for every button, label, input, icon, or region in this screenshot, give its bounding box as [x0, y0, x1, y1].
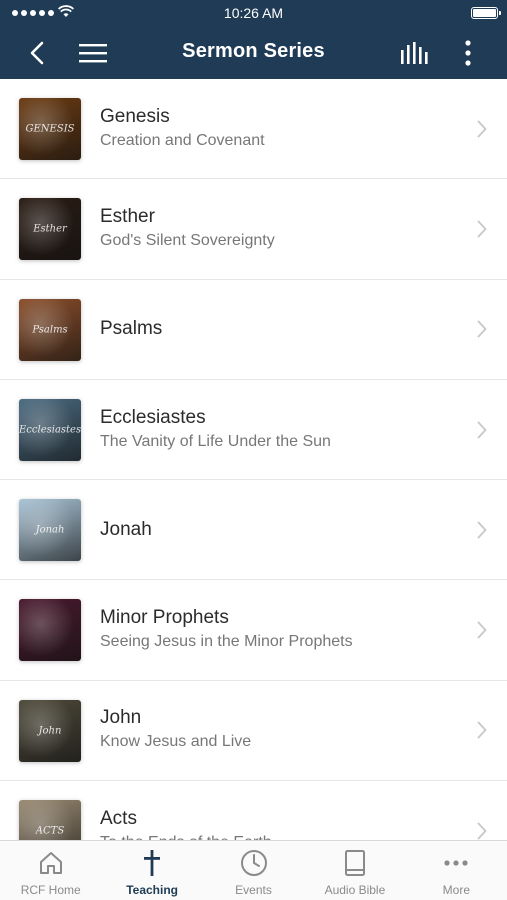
series-title: Ecclesiastes — [100, 406, 206, 428]
series-title: Acts — [100, 807, 137, 829]
tab-more[interactable]: More — [406, 841, 507, 900]
sermon-series-list: GENESIS Genesis Creation and Covenant Es… — [0, 79, 507, 840]
series-text: John Know Jesus and Live — [100, 707, 457, 753]
series-subtitle: The Vanity of Life Under the Sun — [100, 432, 331, 450]
series-row[interactable]: GENESIS Genesis Creation and Covenant — [0, 79, 507, 180]
series-thumbnail: Esther — [19, 198, 81, 261]
series-subtitle: Creation and Covenant — [100, 131, 265, 149]
overflow-menu-button[interactable] — [448, 33, 488, 73]
series-text: Jonah — [100, 519, 457, 541]
series-title: Minor Prophets — [100, 607, 229, 629]
series-thumbnail: GENESIS — [19, 98, 81, 160]
tab-audio-bible[interactable]: Audio Bible — [304, 841, 405, 900]
thumbnail-text: Esther — [33, 223, 67, 235]
series-title: Genesis — [100, 105, 170, 127]
series-row[interactable]: Ecclesiastes Ecclesiastes The Vanity of … — [0, 380, 507, 481]
chevron-right-icon — [477, 220, 487, 238]
series-text: Psalms — [100, 318, 457, 340]
clock-icon — [240, 849, 268, 877]
status-time: 10:26 AM — [223, 5, 284, 21]
series-text: Ecclesiastes The Vanity of Life Under th… — [100, 407, 457, 453]
series-row[interactable]: ACTS Acts To the Ends of the Earth — [0, 781, 507, 840]
series-subtitle: Seeing Jesus in the Minor Prophets — [100, 633, 353, 651]
nav-bar: Sermon Series — [0, 27, 507, 79]
series-row[interactable]: Jonah Jonah — [0, 480, 507, 581]
series-text: Genesis Creation and Covenant — [100, 106, 457, 152]
series-title: Jonah — [100, 518, 152, 540]
tab-label: RCF Home — [20, 883, 81, 897]
tab-teaching[interactable]: Teaching — [101, 841, 202, 900]
chevron-right-icon — [477, 521, 487, 539]
tab-events[interactable]: Events — [203, 841, 304, 900]
series-title: John — [100, 707, 142, 729]
series-row[interactable]: Minor Prophets Seeing Jesus in the Minor… — [0, 580, 507, 681]
tab-label: Events — [235, 883, 272, 897]
status-bar: 10:26 AM — [0, 0, 507, 27]
series-subtitle: To the Ends of the Earth — [100, 832, 457, 840]
series-thumbnail: Jonah — [19, 499, 81, 562]
book-icon — [343, 849, 367, 877]
thumbnail-text: Jonah — [35, 524, 65, 536]
series-thumbnail: Psalms — [19, 298, 81, 361]
series-thumbnail: Ecclesiastes — [19, 398, 81, 461]
audio-bars-icon — [401, 42, 428, 64]
tab-label: Audio Bible — [324, 883, 386, 897]
tab-label: Teaching — [126, 883, 178, 897]
now-playing-button[interactable] — [395, 33, 435, 73]
home-icon — [38, 849, 64, 877]
tab-rcf-home[interactable]: RCF Home — [0, 841, 101, 900]
battery-icon — [471, 7, 501, 19]
more-dots-icon — [443, 849, 469, 877]
series-row[interactable]: Esther Esther God's Silent Sovereignty — [0, 179, 507, 280]
series-subtitle: God's Silent Sovereignty — [100, 231, 275, 249]
thumbnail-text: Psalms — [32, 324, 68, 336]
thumbnail-text: ACTS — [35, 825, 65, 837]
chevron-right-icon — [477, 120, 487, 138]
chevron-right-icon — [477, 320, 487, 338]
chevron-right-icon — [477, 421, 487, 438]
chevron-right-icon — [477, 822, 487, 840]
chevron-right-icon — [477, 722, 487, 739]
series-text: Minor Prophets Seeing Jesus in the Minor… — [100, 607, 457, 653]
thumbnail-text: GENESIS — [25, 123, 75, 135]
thumbnail-text: John — [38, 725, 62, 737]
tab-bar: RCF Home Teaching Events Audio Bible Mor… — [0, 840, 507, 900]
series-text: Acts To the Ends of the Earth — [100, 808, 457, 840]
top-bar: 10:26 AM Sermon Series — [0, 0, 507, 79]
more-vertical-icon — [465, 40, 471, 66]
series-row[interactable]: Psalms Psalms — [0, 280, 507, 380]
series-thumbnail — [19, 599, 81, 662]
cross-icon — [142, 849, 162, 877]
series-thumbnail: John — [19, 699, 81, 762]
tab-label: More — [442, 883, 470, 897]
thumbnail-text: Ecclesiastes — [19, 424, 81, 436]
series-title: Psalms — [100, 318, 163, 340]
series-row[interactable]: John John Know Jesus and Live — [0, 681, 507, 782]
series-subtitle: Know Jesus and Live — [100, 733, 252, 751]
chevron-right-icon — [477, 621, 487, 639]
series-text: Esther God's Silent Sovereignty — [100, 206, 457, 252]
series-title: Esther — [100, 205, 155, 227]
series-thumbnail: ACTS — [19, 800, 81, 840]
